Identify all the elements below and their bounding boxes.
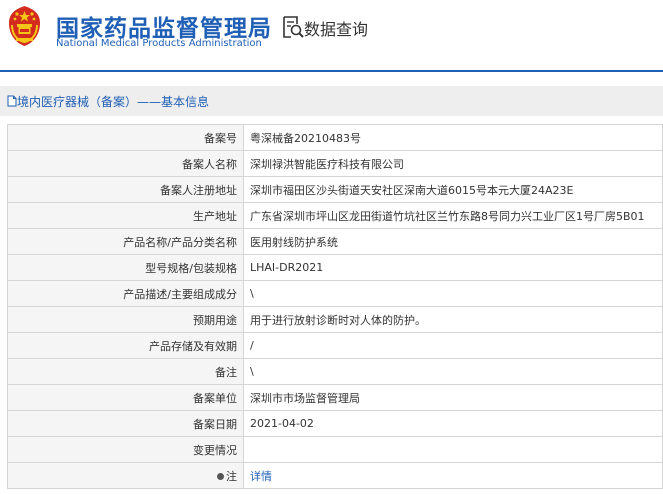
row-value: 医用射线防护系统 — [243, 228, 663, 255]
table-row: 备案人名称 深圳禄洪智能医疗科技有限公司 — [7, 150, 663, 177]
row-value: \ — [243, 358, 663, 385]
table-row: 备案人注册地址 深圳市福田区沙头街道天安社区深南大道6015号本元大厦24A23… — [7, 176, 663, 203]
row-label: 备案日期 — [7, 410, 244, 437]
row-value: 深圳市福田区沙头街道天安社区深南大道6015号本元大厦24A23E — [243, 176, 663, 203]
table-row: 备案单位 深圳市市场监督管理局 — [7, 384, 663, 411]
document-icon — [7, 95, 17, 107]
pin-icon — [217, 473, 224, 480]
row-label: 产品存储及有效期 — [7, 332, 244, 359]
row-label: 备注 — [7, 358, 244, 385]
row-label: 注 — [226, 469, 237, 483]
row-label: 备案号 — [7, 124, 244, 151]
row-value: / — [243, 332, 663, 359]
table-row: 备案号 粤深械备20210483号 — [7, 124, 663, 151]
row-label: 备案人注册地址 — [7, 176, 244, 203]
table-row: 预期用途 用于进行放射诊断时对人体的防护。 — [7, 306, 663, 333]
row-value: 粤深械备20210483号 — [243, 124, 663, 151]
table-row: 产品名称/产品分类名称 医用射线防护系统 — [7, 228, 663, 255]
row-label: 预期用途 — [7, 306, 244, 333]
row-value: LHAI-DR2021 — [243, 254, 663, 281]
note-label-cell: 注 — [7, 462, 244, 489]
data-search-icon[interactable] — [282, 15, 304, 39]
breadcrumb: 境内医疗器械（备案）——基本信息 — [17, 95, 210, 109]
table-row: 注 详情 — [7, 462, 663, 489]
row-value — [243, 436, 663, 463]
table-row: 变更情况 — [7, 436, 663, 463]
site-header: 国家药品监督管理局 National Medical Products Admi… — [0, 0, 663, 70]
row-value: 用于进行放射诊断时对人体的防护。 — [243, 306, 663, 333]
row-label: 产品名称/产品分类名称 — [7, 228, 244, 255]
row-label: 变更情况 — [7, 436, 244, 463]
record-detail-table: 备案号 粤深械备20210483号 备案人名称 深圳禄洪智能医疗科技有限公司 备… — [7, 124, 663, 489]
row-value: 2021-04-02 — [243, 410, 663, 437]
row-value: 深圳禄洪智能医疗科技有限公司 — [243, 150, 663, 177]
table-row: 备注 \ — [7, 358, 663, 385]
row-label: 产品描述/主要组成成分 — [7, 280, 244, 307]
row-label: 型号规格/包装规格 — [7, 254, 244, 281]
site-title-en: National Medical Products Administration — [56, 38, 262, 49]
table-row: 产品存储及有效期 / — [7, 332, 663, 359]
row-label: 备案单位 — [7, 384, 244, 411]
row-value: 详情 — [243, 462, 663, 489]
table-row: 型号规格/包装规格 LHAI-DR2021 — [7, 254, 663, 281]
table-row: 生产地址 广东省深圳市坪山区龙田街道竹坑社区兰竹东路8号同力兴工业厂区1号厂房5… — [7, 202, 663, 229]
details-link[interactable]: 详情 — [250, 470, 272, 483]
row-label: 备案人名称 — [7, 150, 244, 177]
data-search-link[interactable]: 数据查询 — [304, 16, 368, 40]
table-row: 产品描述/主要组成成分 \ — [7, 280, 663, 307]
header-divider — [0, 70, 663, 72]
row-value: 广东省深圳市坪山区龙田街道竹坑社区兰竹东路8号同力兴工业厂区1号厂房5B01 — [243, 202, 663, 229]
row-label: 生产地址 — [7, 202, 244, 229]
table-row: 备案日期 2021-04-02 — [7, 410, 663, 437]
row-value: \ — [243, 280, 663, 307]
row-value: 深圳市市场监督管理局 — [243, 384, 663, 411]
national-emblem-icon — [9, 6, 40, 46]
